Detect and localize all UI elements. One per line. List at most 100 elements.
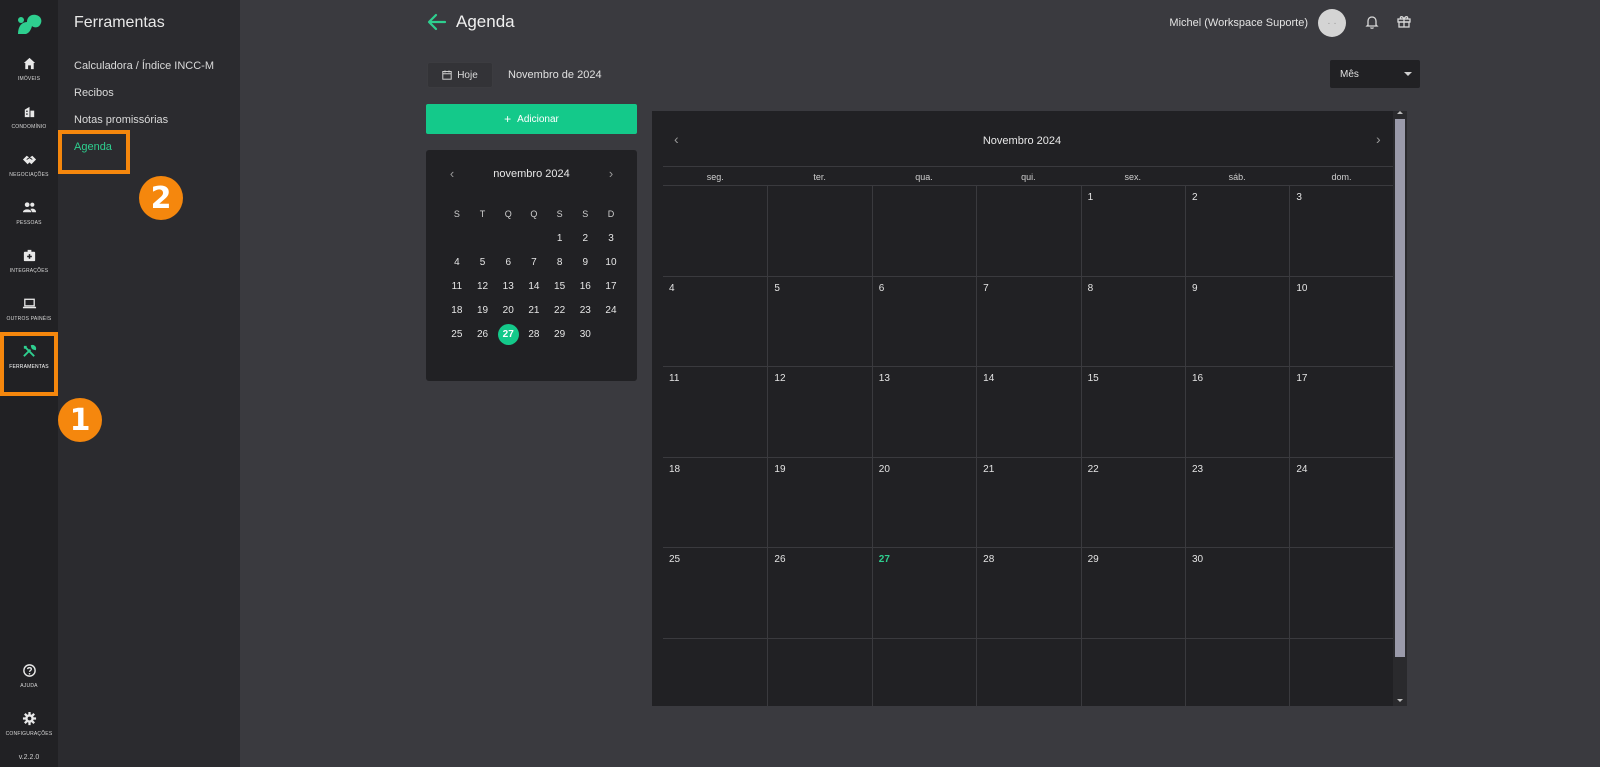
calendar-day-cell[interactable]: 8 (1080, 276, 1185, 366)
gift-icon[interactable] (1396, 13, 1412, 29)
mini-day[interactable]: 28 (521, 322, 547, 346)
calendar-scrollbar[interactable] (1393, 111, 1407, 706)
calendar-day-cell[interactable]: 24 (1289, 457, 1393, 547)
calendar-day-cell[interactable]: 20 (871, 457, 976, 547)
brand-logo-icon[interactable] (14, 12, 44, 36)
mini-day[interactable]: 14 (521, 274, 547, 298)
calendar-day-cell[interactable]: 14 (976, 367, 1080, 457)
calendar-day-cell[interactable]: 28 (976, 548, 1080, 638)
view-select[interactable]: Mês (1330, 60, 1420, 88)
calendar-day-cell[interactable]: 3 (1289, 186, 1393, 276)
calendar-empty-cell[interactable] (1184, 638, 1289, 707)
calendar-day-cell[interactable]: 5 (767, 276, 871, 366)
calendar-empty-cell[interactable] (767, 638, 871, 707)
scrollbar-thumb[interactable] (1395, 119, 1405, 657)
calendar-empty-cell[interactable] (871, 638, 976, 707)
today-button[interactable]: Hoje (427, 62, 493, 88)
mini-day[interactable]: 13 (495, 274, 521, 298)
calendar-day-cell[interactable]: 6 (871, 276, 976, 366)
rail-item-imoveis[interactable]: IMÓVEIS (0, 56, 58, 82)
back-arrow-icon[interactable] (427, 13, 447, 31)
calendar-day-cell[interactable]: 10 (1289, 276, 1393, 366)
calendar-day-cell[interactable]: 13 (871, 367, 976, 457)
mini-day[interactable]: 8 (547, 250, 573, 274)
sidebar-item-calculadora[interactable]: Calculadora / Índice INCC-M (74, 60, 214, 72)
month-calendar-grid: seg. ter. qua. qui. sex. sáb. dom. 1 2 3 4 5 6 7 8 9 10 1… (663, 166, 1394, 707)
calendar-day-cell[interactable]: 26 (767, 548, 871, 638)
calendar-day-cell[interactable]: 17 (1289, 367, 1393, 457)
add-event-button[interactable]: + Adicionar (426, 104, 637, 134)
mini-day[interactable]: 11 (444, 274, 470, 298)
calendar-empty-cell[interactable] (1289, 548, 1393, 638)
calendar-empty-cell[interactable] (663, 639, 767, 707)
mini-day[interactable]: 23 (572, 298, 598, 322)
calendar-day-cell[interactable]: 2 (1184, 186, 1289, 276)
calendar-day-cell[interactable]: 22 (1080, 457, 1185, 547)
rail-item-ajuda[interactable]: AJUDA (0, 663, 58, 689)
calendar-day-cell[interactable]: 25 (663, 548, 767, 638)
calendar-day-cell[interactable]: 1 (1080, 186, 1185, 276)
rail-item-configuracoes[interactable]: CONFIGURAÇÕES (0, 711, 58, 737)
rail-item-integracoes[interactable]: INTEGRAÇÕES (0, 248, 58, 274)
calendar-day-cell[interactable]: 18 (663, 458, 767, 548)
calendar-day-cell[interactable]: 30 (1184, 548, 1289, 638)
rail-item-pessoas[interactable]: PESSOAS (0, 200, 58, 226)
mini-day[interactable]: 26 (470, 322, 496, 346)
mini-day[interactable]: 30 (572, 322, 598, 346)
mini-day[interactable]: 12 (470, 274, 496, 298)
calendar-day-cell[interactable]: 21 (976, 457, 1080, 547)
mini-day[interactable]: 17 (598, 274, 624, 298)
mini-calendar-grid: S T Q Q S S D 1 2 3 4 5 6 7 8 9 10 11 12 13 14 15 16 17 18 19 20 21… (444, 202, 620, 346)
mini-day[interactable]: 24 (598, 298, 624, 322)
calendar-day-cell[interactable]: 7 (976, 276, 1080, 366)
calendar-empty-cell[interactable] (767, 186, 871, 276)
mini-day[interactable]: 3 (598, 226, 624, 250)
calendar-empty-cell[interactable] (976, 638, 1080, 707)
calendar-day-cell[interactable]: 19 (767, 457, 871, 547)
mini-day[interactable]: 22 (547, 298, 573, 322)
mini-day[interactable]: 25 (444, 322, 470, 346)
calendar-day-cell[interactable]: 15 (1080, 367, 1185, 457)
calendar-empty-cell[interactable] (663, 186, 767, 276)
next-month-icon[interactable]: › (1376, 131, 1381, 147)
calendar-day-cell[interactable]: 29 (1080, 548, 1185, 638)
mini-day[interactable]: 18 (444, 298, 470, 322)
calendar-day-cell[interactable]: 4 (663, 277, 767, 367)
mini-day[interactable]: 6 (495, 250, 521, 274)
bell-icon[interactable] (1364, 14, 1380, 30)
mini-day[interactable]: 5 (470, 250, 496, 274)
sidebar-item-notas-promissorias[interactable]: Notas promissórias (74, 114, 168, 126)
scroll-down-icon[interactable] (1397, 699, 1403, 702)
calendar-empty-cell[interactable] (1289, 638, 1393, 707)
sidebar-item-recibos[interactable]: Recibos (74, 87, 114, 99)
mini-day[interactable]: 10 (598, 250, 624, 274)
user-name[interactable]: Michel (Workspace Suporte) (1169, 17, 1308, 29)
mini-next-month-icon[interactable]: › (604, 167, 618, 181)
avatar[interactable]: · · (1318, 9, 1346, 37)
calendar-day-cell[interactable]: 12 (767, 367, 871, 457)
mini-day[interactable]: 20 (495, 298, 521, 322)
mini-day[interactable]: 15 (547, 274, 573, 298)
calendar-day-cell[interactable]: 23 (1184, 457, 1289, 547)
rail-item-outros-paineis[interactable]: OUTROS PAINÉIS (0, 296, 58, 322)
calendar-empty-cell[interactable] (871, 186, 976, 276)
rail-item-condominio[interactable]: CONDOMÍNIO (0, 104, 58, 130)
mini-day[interactable]: 9 (572, 250, 598, 274)
mini-day[interactable]: 21 (521, 298, 547, 322)
calendar-day-cell[interactable]: 11 (663, 367, 767, 457)
mini-day[interactable]: 19 (470, 298, 496, 322)
mini-day[interactable]: 1 (547, 226, 573, 250)
calendar-day-cell[interactable]: 16 (1184, 367, 1289, 457)
mini-day[interactable]: 2 (572, 226, 598, 250)
calendar-day-cell[interactable]: 9 (1184, 276, 1289, 366)
calendar-day-today[interactable]: 27 (871, 548, 976, 638)
scroll-up-icon[interactable] (1397, 111, 1403, 114)
calendar-empty-cell[interactable] (976, 186, 1080, 276)
mini-day[interactable]: 16 (572, 274, 598, 298)
calendar-empty-cell[interactable] (1080, 638, 1185, 707)
mini-day[interactable]: 4 (444, 250, 470, 274)
mini-day-today[interactable]: 27 (497, 323, 519, 345)
mini-day[interactable]: 29 (547, 322, 573, 346)
mini-day[interactable]: 7 (521, 250, 547, 274)
rail-item-negociacoes[interactable]: NEGOCIAÇÕES (0, 152, 58, 178)
